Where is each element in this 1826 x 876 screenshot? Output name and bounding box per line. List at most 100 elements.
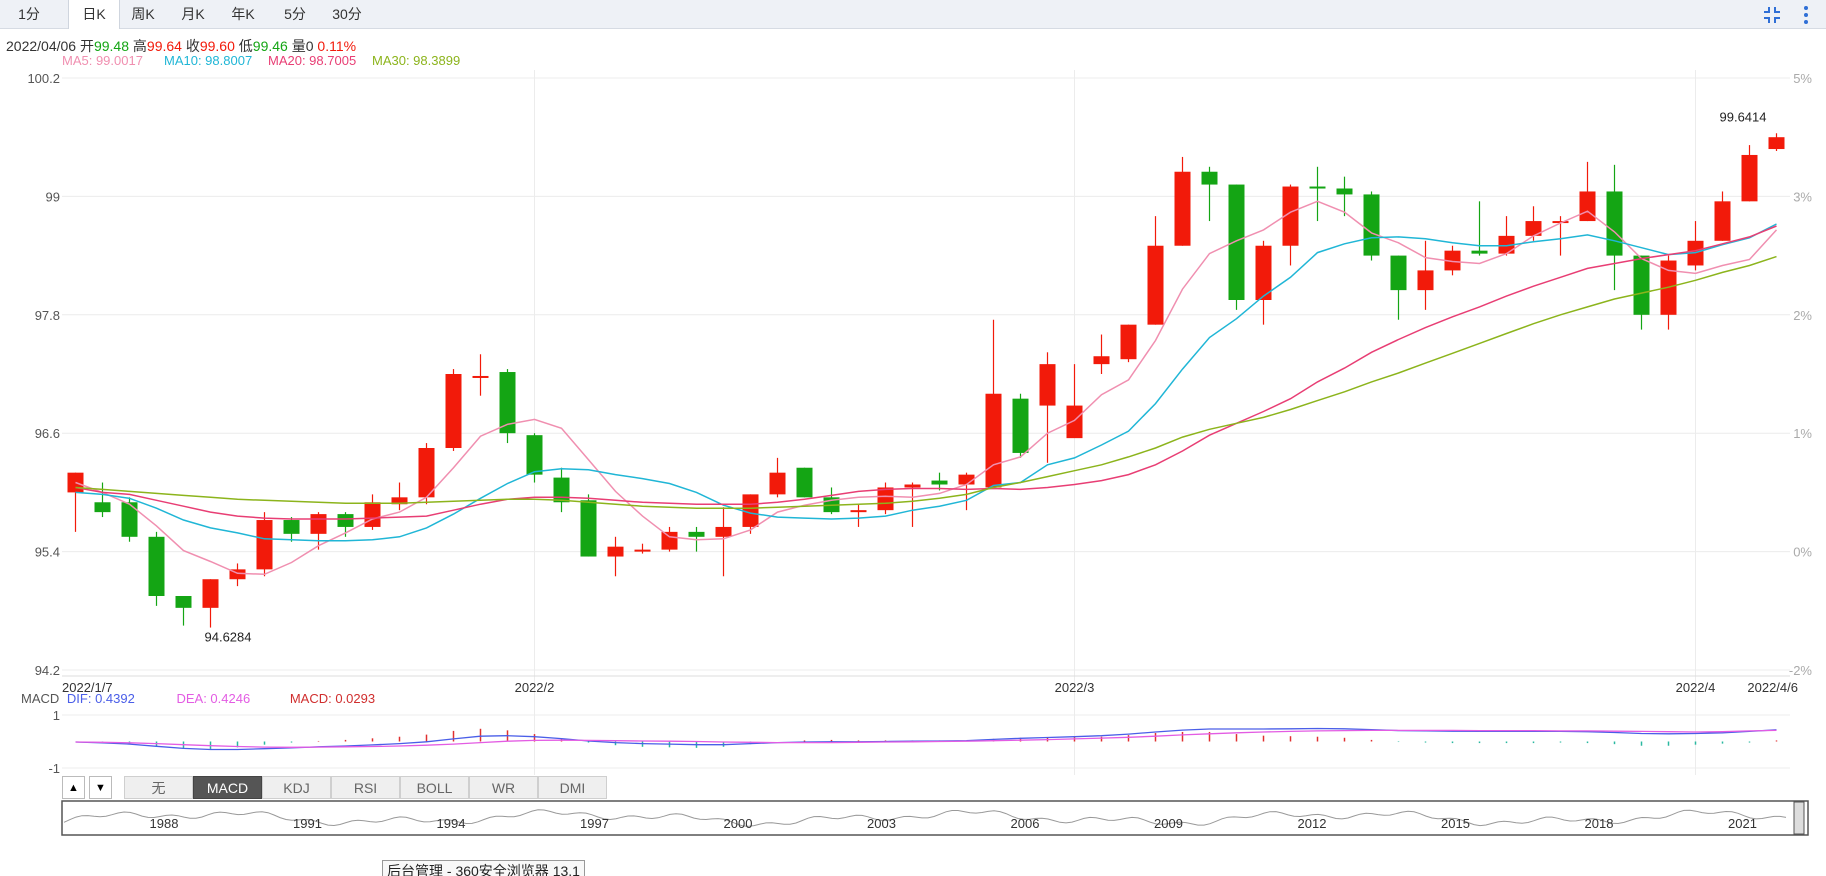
candle-body [1147, 245, 1164, 325]
candle-body [1579, 191, 1596, 222]
candle-body [310, 514, 327, 534]
range-navigator [61, 800, 1809, 836]
navigator-handle [1793, 801, 1805, 835]
candle-body [418, 448, 435, 498]
candle-body [202, 579, 219, 608]
candle-body [121, 502, 138, 537]
pct-tick-label: 1% [1793, 426, 1812, 441]
candle-body [445, 374, 462, 448]
indicator-tab-kdj[interactable]: KDJ [262, 776, 331, 799]
y-tick-label: 94.2 [35, 663, 60, 678]
x-tick-label: 2022/2 [515, 680, 555, 695]
candle-body [985, 393, 1002, 488]
candle-body [607, 546, 624, 557]
candle-body [1228, 184, 1245, 300]
x-tick-label: 2022/4 [1676, 680, 1716, 695]
price-annotation: 94.6284 [205, 630, 252, 645]
candle-body [472, 375, 489, 378]
ma30-line [75, 255, 1777, 509]
pct-tick-label: 3% [1793, 189, 1812, 204]
price-annotation: 99.6414 [1720, 109, 1767, 124]
navigator-year-label: 1994 [437, 816, 466, 831]
dea-line [75, 729, 1777, 748]
candle-body [580, 500, 597, 557]
candle-body [688, 531, 705, 537]
y-tick-label: 95.4 [35, 545, 60, 560]
navigator-year-label: 2015 [1441, 816, 1470, 831]
pct-tick-label: 5% [1793, 71, 1812, 86]
candle-body [1039, 364, 1056, 406]
dif-value: DIF: 0.4392 [66, 691, 135, 706]
candle-body [1363, 194, 1380, 256]
indicator-tab-wr[interactable]: WR [469, 776, 538, 799]
macd-legend-title: MACD [21, 691, 60, 706]
scroll-down-button[interactable]: ▼ [89, 776, 112, 799]
candle-body [1390, 255, 1407, 291]
candle-body [526, 435, 543, 475]
candle-body [364, 502, 381, 527]
navigator-year-label: 1991 [293, 816, 322, 831]
candle-body [553, 477, 570, 503]
x-tick-label: 2022/3 [1055, 680, 1095, 695]
ma20-line [75, 225, 1777, 520]
candle-body [1309, 186, 1326, 189]
navigator-year-label: 1997 [580, 816, 609, 831]
y-tick-label: 97.8 [35, 308, 60, 323]
navigator-year-label: 2000 [724, 816, 753, 831]
navigator-year-label: 2003 [867, 816, 896, 831]
pct-tick-label: 0% [1793, 545, 1812, 560]
candle-body [661, 531, 678, 550]
candle-body [1714, 201, 1731, 241]
candle-body [1417, 270, 1434, 291]
ma10-line [75, 223, 1777, 542]
candle-body [283, 520, 300, 534]
candle-body [850, 510, 867, 513]
indicator-tab-rsi[interactable]: RSI [331, 776, 400, 799]
candle-body [1120, 324, 1137, 360]
candle-body [1174, 171, 1191, 246]
pct-tick-label: 2% [1793, 308, 1812, 323]
candle-body [1768, 137, 1785, 150]
macd-y-tick: -1 [48, 761, 60, 776]
x-tick-label: 2022/4/6 [1747, 680, 1798, 695]
navigator-year-label: 2018 [1585, 816, 1614, 831]
candle-body [1201, 171, 1218, 185]
candle-body [175, 596, 192, 608]
navigator-year-label: 2006 [1011, 816, 1040, 831]
candle-body [337, 514, 354, 527]
candle-body [1066, 405, 1083, 439]
dea-value: DEA: 0.4246 [176, 691, 251, 706]
y-tick-label: 99 [46, 189, 60, 204]
macd-value: MACD: 0.0293 [289, 691, 376, 706]
candle-body [1093, 356, 1110, 365]
candle-body [148, 536, 165, 596]
macd-y-tick: 1 [53, 708, 60, 723]
candle-body [1471, 250, 1488, 254]
y-tick-label: 96.6 [35, 426, 60, 441]
navigator-year-label: 2009 [1154, 816, 1183, 831]
y-tick-label: 100.2 [27, 71, 60, 86]
candle-body [1741, 154, 1758, 202]
browser-tooltip: 后台管理 - 360安全浏览器 13.1 [382, 860, 585, 876]
kline-chart: 100.2 99 97.8 96.6 95.4 94.2 5% 3% 2% 1% 0% -2% 2022… [27, 70, 1813, 836]
navigator-year-label: 2021 [1728, 816, 1757, 831]
indicator-tab-macd[interactable]: MACD [193, 776, 262, 799]
indicator-tab-boll[interactable]: BOLL [400, 776, 469, 799]
indicator-tab-none[interactable]: 无 [124, 776, 193, 799]
candle-body [796, 467, 813, 498]
candle-body [256, 520, 273, 570]
navigator-year-label: 2012 [1298, 816, 1327, 831]
macd-legend: MACD DIF: 0.4392 DEA: 0.4246 MACD: 0.029… [21, 691, 375, 706]
candle-body [769, 472, 786, 495]
candle-body [931, 480, 948, 485]
pct-tick-label: -2% [1789, 663, 1813, 678]
candle-body [1012, 398, 1029, 453]
candle-body [634, 549, 651, 552]
candle-body [715, 526, 732, 537]
candle-body [742, 494, 759, 527]
scroll-up-button[interactable]: ▲ [62, 776, 85, 799]
candle-body [1606, 191, 1623, 256]
candle-body [904, 484, 921, 488]
indicator-tab-dmi[interactable]: DMI [538, 776, 607, 799]
navigator-year-label: 1988 [150, 816, 179, 831]
